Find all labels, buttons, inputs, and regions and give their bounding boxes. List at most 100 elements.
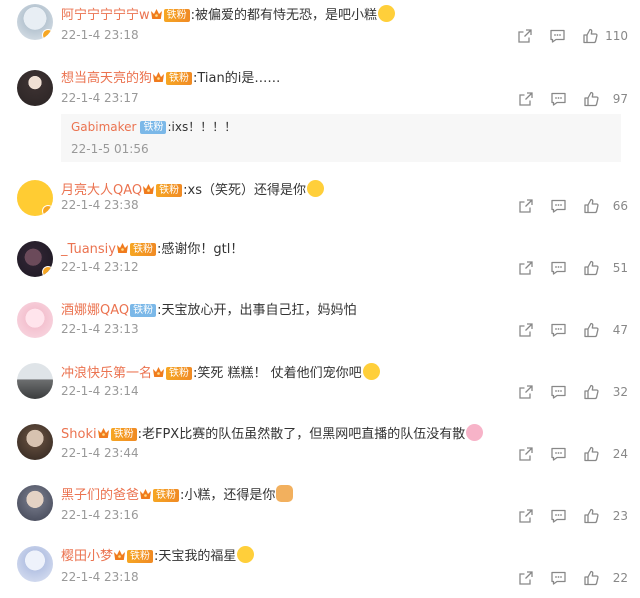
username-link[interactable]: 想当高天亮的狗 [61, 71, 152, 86]
share-button[interactable] [518, 508, 534, 524]
like-count: 47 [612, 323, 628, 337]
avatar[interactable] [17, 424, 53, 460]
avatar[interactable] [17, 363, 53, 399]
like-button[interactable]: 110 [582, 28, 628, 44]
share-icon [518, 508, 534, 524]
username-link[interactable]: 樱田小梦 [61, 549, 113, 564]
username-link[interactable]: 黑子们的爸爸 [61, 488, 139, 503]
comment-icon [550, 91, 567, 107]
comment-text: :xs（笑死）还得是你 [183, 183, 306, 198]
reply-time: 22-1-5 01:56 [71, 142, 149, 156]
share-button[interactable] [518, 446, 534, 462]
reply-button[interactable] [550, 91, 567, 107]
comment-line: 想当高天亮的狗 铁粉:Tian的i是…… [61, 70, 280, 88]
like-icon [583, 570, 600, 586]
username-link[interactable]: _Tuansiy [61, 242, 116, 257]
share-icon [518, 384, 534, 400]
share-button[interactable] [518, 322, 534, 338]
reply-button[interactable] [550, 508, 567, 524]
like-icon [583, 384, 600, 400]
comment-time: 22-1-4 23:17 [61, 91, 139, 105]
like-icon [583, 91, 600, 107]
fan-badge: 铁粉 [166, 367, 193, 380]
shy-emoji [237, 546, 255, 563]
reply-button[interactable] [550, 570, 567, 586]
comment-actions: 24 [518, 444, 628, 464]
comment-actions: 97 [518, 89, 628, 109]
comment-actions: 47 [518, 320, 628, 340]
avatar[interactable] [17, 70, 53, 106]
username-link[interactable]: 冲浪快乐第一名 [61, 366, 152, 381]
like-button[interactable]: 47 [583, 322, 628, 338]
like-count: 110 [605, 29, 628, 43]
crown-icon [142, 183, 155, 198]
share-icon [518, 91, 534, 107]
comment-line: 樱田小梦 铁粉:天宝我的福星 [61, 546, 255, 566]
reply-button[interactable] [550, 446, 567, 462]
comment-icon [550, 198, 567, 214]
comment-actions: 66 [518, 196, 628, 216]
like-icon [583, 322, 600, 338]
reply-button[interactable] [550, 198, 567, 214]
like-button[interactable]: 23 [583, 508, 628, 524]
comment-actions: 32 [518, 382, 628, 402]
comment-actions: 22 [518, 568, 628, 588]
like-button[interactable]: 97 [583, 91, 628, 107]
share-button[interactable] [517, 28, 533, 44]
like-count: 97 [612, 92, 628, 106]
comment-time: 22-1-4 23:18 [61, 28, 139, 42]
avatar[interactable] [17, 180, 53, 216]
share-button[interactable] [518, 91, 534, 107]
like-icon [582, 28, 599, 44]
share-icon [518, 570, 534, 586]
like-button[interactable]: 24 [583, 446, 628, 462]
crown-icon [152, 71, 165, 86]
comment-actions: 23 [518, 506, 628, 526]
avatar[interactable] [17, 546, 53, 582]
avatar[interactable] [17, 4, 53, 40]
fan-badge: 铁粉 [130, 243, 156, 256]
crown-icon [113, 549, 126, 564]
reply-button[interactable] [549, 28, 566, 44]
comment-icon [550, 570, 567, 586]
like-icon [583, 508, 600, 524]
username-link[interactable]: 酒娜娜QAQ [61, 303, 129, 318]
crown-icon [139, 488, 152, 503]
comment-icon [549, 28, 566, 44]
like-count: 32 [612, 385, 628, 399]
comment-time: 22-1-4 23:44 [61, 446, 139, 460]
share-button[interactable] [518, 198, 534, 214]
comment-text: :天宝放心开，出事自己扛，妈妈怕 [157, 303, 357, 318]
like-button[interactable]: 32 [583, 384, 628, 400]
comment-line: 黑子们的爸爸 铁粉:小糕，还得是你 [61, 485, 294, 505]
avatar[interactable] [17, 241, 53, 277]
comment-text: :被偏爱的都有恃无恐，是吧小糕 [190, 8, 378, 23]
reply-button[interactable] [550, 260, 567, 276]
verified-icon [42, 205, 53, 216]
comment-text: :老FPX比赛的队伍虽然散了，但黑网吧直播的队伍没有散 [137, 427, 466, 442]
comment-icon [550, 322, 567, 338]
crown-icon [150, 8, 163, 23]
share-button[interactable] [518, 260, 534, 276]
verified-icon [42, 29, 53, 40]
avatar[interactable] [17, 302, 53, 338]
reply-button[interactable] [550, 322, 567, 338]
like-button[interactable]: 66 [583, 198, 628, 214]
like-icon [583, 446, 600, 462]
like-button[interactable]: 22 [583, 570, 628, 586]
comment-text: :天宝我的福星 [154, 549, 237, 564]
share-button[interactable] [518, 384, 534, 400]
username-link[interactable]: 阿宁宁宁宁宁w [61, 8, 150, 23]
comment-icon [550, 508, 567, 524]
reply-box: Gabimaker 铁粉:ixs！！！！ 22-1-5 01:56 [61, 114, 621, 162]
share-button[interactable] [518, 570, 534, 586]
reply-button[interactable] [550, 384, 567, 400]
fan-badge: 铁粉 [153, 489, 180, 502]
comment-actions: 51 [518, 258, 628, 278]
reply-username-link[interactable]: Gabimaker [71, 120, 136, 134]
crown-icon [152, 366, 165, 381]
username-link[interactable]: 月亮大人QAQ [61, 183, 142, 198]
username-link[interactable]: Shoki [61, 427, 97, 442]
like-button[interactable]: 51 [583, 260, 628, 276]
avatar[interactable] [17, 485, 53, 521]
